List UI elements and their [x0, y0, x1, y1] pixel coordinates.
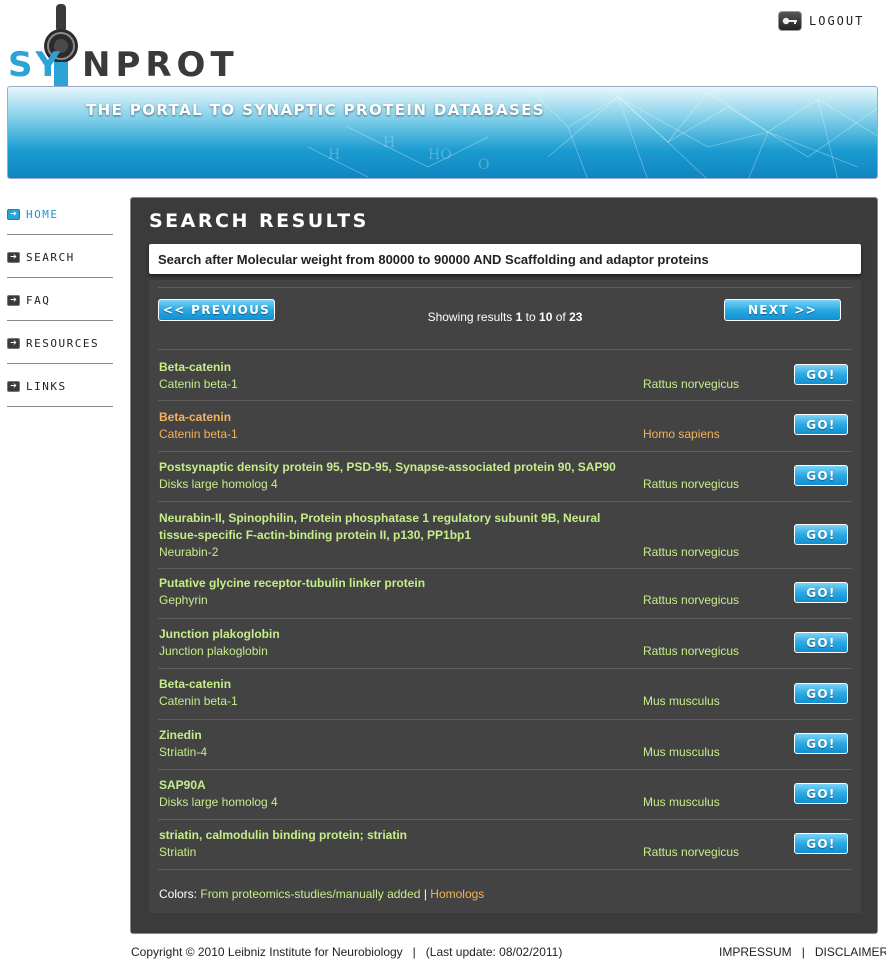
logo-text-nprot: NPROT: [82, 45, 239, 85]
result-subtitle: Gephyrin: [159, 593, 208, 607]
banner-tagline: THE PORTAL TO SYNAPTIC PROTEIN DATABASES: [86, 101, 546, 119]
color-legend: Colors: From proteomics-studies/manually…: [159, 887, 484, 901]
result-subtitle: Disks large homolog 4: [159, 795, 278, 809]
go-button[interactable]: GO!: [794, 733, 848, 754]
result-title[interactable]: Putative glycine receptor-tubulin linker…: [159, 575, 629, 592]
nav-item-faq[interactable]: ➔ FAQ: [7, 278, 113, 321]
showing-prefix: Showing results: [427, 310, 513, 324]
arrow-right-icon: ➔: [7, 380, 20, 392]
result-title[interactable]: Neurabin-II, Spinophilin, Protein phosph…: [159, 510, 619, 544]
result-species: Rattus norvegicus: [643, 593, 740, 607]
header-banner: H H HO O THE PORTAL TO SYNAPTIC PROTEIN …: [7, 86, 878, 179]
nav-item-links[interactable]: ➔ LINKS: [7, 364, 113, 407]
of-word: of: [555, 310, 566, 324]
result-species: Rattus norvegicus: [643, 644, 740, 658]
go-button[interactable]: GO!: [794, 524, 848, 545]
arrow-right-icon: ➔: [7, 294, 20, 306]
svg-text:H: H: [383, 135, 395, 151]
logout-button[interactable]: LOGOUT: [778, 10, 864, 32]
nav-label: LINKS: [26, 379, 67, 393]
result-species: Rattus norvegicus: [643, 545, 740, 559]
results-from: 1: [515, 310, 523, 324]
go-button[interactable]: GO!: [794, 465, 848, 486]
result-subtitle: Neurabin-2: [159, 545, 219, 559]
footer-links: IMPRESSUM | DISCLAIMER: [719, 945, 886, 959]
svg-text:HO: HO: [428, 147, 452, 163]
result-subtitle: Catenin beta-1: [159, 694, 238, 708]
results-to: 10: [539, 310, 553, 324]
results-container: << PREVIOUS Showing results 1 to 10 of 2…: [149, 280, 861, 913]
footer-separator: |: [801, 945, 805, 959]
result-row: Zinedin Striatin-4 Mus musculus GO!: [158, 720, 852, 770]
result-row: Junction plakoglobin Junction plakoglobi…: [158, 619, 852, 669]
go-button[interactable]: GO!: [794, 632, 848, 653]
footer-copyright: Copyright © 2010 Leibniz Institute for N…: [131, 945, 563, 959]
result-subtitle: Striatin: [159, 845, 197, 859]
arrow-right-icon: ➔: [7, 337, 20, 349]
result-title[interactable]: Junction plakoglobin: [159, 626, 629, 643]
result-row: striatin, calmodulin binding protein; st…: [158, 820, 852, 870]
result-subtitle: Disks large homolog 4: [159, 477, 278, 491]
nav-item-search[interactable]: ➔ SEARCH: [7, 235, 113, 278]
logout-label: LOGOUT: [809, 14, 865, 28]
go-button[interactable]: GO!: [794, 833, 848, 854]
key-icon: [778, 11, 802, 31]
arrow-right-icon: ➔: [7, 208, 20, 220]
result-species: Mus musculus: [643, 795, 720, 809]
result-subtitle: Catenin beta-1: [159, 427, 238, 441]
result-title[interactable]: Beta-catenin: [159, 409, 629, 426]
pagination-bar: << PREVIOUS Showing results 1 to 10 of 2…: [158, 287, 852, 350]
nav-item-resources[interactable]: ➔ RESOURCES: [7, 321, 113, 364]
results-total: 23: [569, 310, 583, 324]
sidebar-nav: ➔ HOME ➔ SEARCH ➔ FAQ ➔ RESOURCES ➔ LINK…: [7, 192, 113, 407]
result-species: Homo sapiens: [643, 427, 720, 441]
result-subtitle: Catenin beta-1: [159, 377, 238, 391]
result-title[interactable]: SAP90A: [159, 777, 629, 794]
result-species: Rattus norvegicus: [643, 477, 740, 491]
arrow-right-icon: ➔: [7, 251, 20, 263]
result-row: Beta-catenin Catenin beta-1 Homo sapiens…: [158, 401, 852, 452]
disclaimer-link[interactable]: DISCLAIMER: [815, 945, 886, 959]
result-species: Rattus norvegicus: [643, 377, 740, 391]
go-button[interactable]: GO!: [794, 364, 848, 385]
result-title[interactable]: Zinedin: [159, 727, 629, 744]
result-subtitle: Striatin-4: [159, 745, 208, 759]
search-results-panel: SEARCH RESULTS Search after Molecular we…: [130, 197, 878, 934]
nav-item-home[interactable]: ➔ HOME: [7, 192, 113, 235]
result-species: Mus musculus: [643, 694, 720, 708]
legend-separator: |: [423, 887, 427, 901]
result-row: Postsynaptic density protein 95, PSD-95,…: [158, 452, 852, 502]
result-row: SAP90A Disks large homolog 4 Mus musculu…: [158, 770, 852, 820]
result-title[interactable]: striatin, calmodulin binding protein; st…: [159, 827, 629, 844]
next-button[interactable]: NEXT >>: [724, 299, 841, 321]
result-row: Neurabin-II, Spinophilin, Protein phosph…: [158, 502, 852, 569]
go-button[interactable]: GO!: [794, 683, 848, 704]
to-word: to: [525, 310, 536, 324]
result-row: Beta-catenin Catenin beta-1 Rattus norve…: [158, 351, 852, 401]
nav-label: HOME: [26, 207, 59, 221]
result-title[interactable]: Beta-catenin: [159, 676, 629, 693]
nav-label: SEARCH: [26, 250, 75, 264]
svg-text:H: H: [328, 147, 340, 163]
go-button[interactable]: GO!: [794, 414, 848, 435]
impressum-link[interactable]: IMPRESSUM: [719, 945, 792, 959]
legend-homologs: Homologs: [430, 887, 485, 901]
legend-manual: From proteomics-studies/manually added: [200, 887, 421, 901]
svg-text:O: O: [478, 157, 489, 173]
go-button[interactable]: GO!: [794, 582, 848, 603]
result-species: Mus musculus: [643, 745, 720, 759]
logo-text-sy: SY: [8, 45, 63, 85]
result-title[interactable]: Postsynaptic density protein 95, PSD-95,…: [159, 459, 639, 476]
result-row: Putative glycine receptor-tubulin linker…: [158, 569, 852, 619]
nav-label: FAQ: [26, 293, 51, 307]
colors-label: Colors:: [159, 887, 198, 901]
result-row: Beta-catenin Catenin beta-1 Mus musculus…: [158, 669, 852, 720]
nav-label: RESOURCES: [26, 336, 100, 350]
result-subtitle: Junction plakoglobin: [159, 644, 268, 658]
search-query-summary: Search after Molecular weight from 80000…: [149, 244, 861, 274]
go-button[interactable]: GO!: [794, 783, 848, 804]
result-title[interactable]: Beta-catenin: [159, 359, 629, 376]
page-title: SEARCH RESULTS: [149, 210, 369, 232]
result-species: Rattus norvegicus: [643, 845, 740, 859]
